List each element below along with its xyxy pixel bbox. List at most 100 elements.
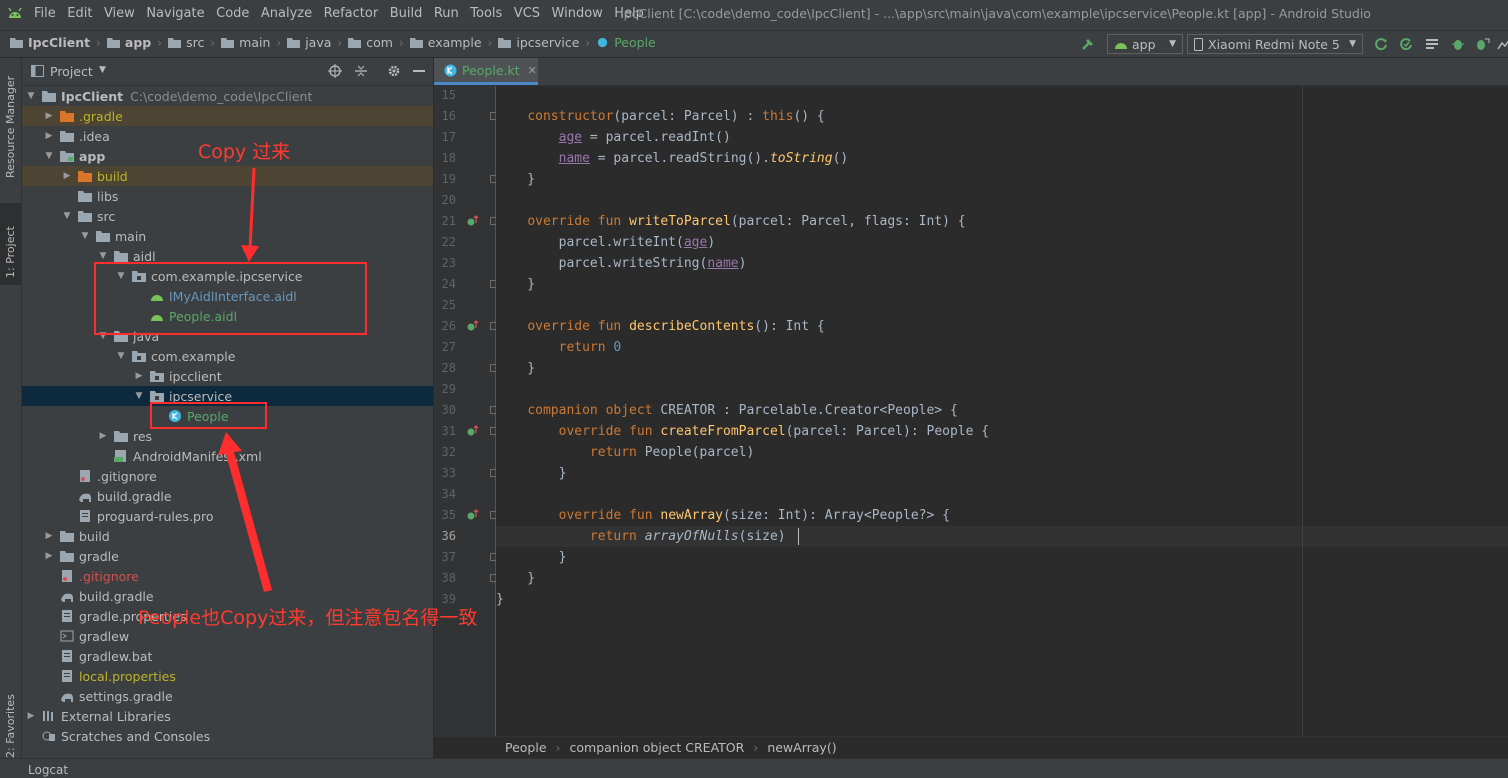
code-line[interactable]: parcel.writeInt(age) (496, 232, 1508, 253)
code-editor[interactable]: constructor(parcel: Parcel) : this() { a… (496, 86, 1508, 736)
tree-node[interactable]: ▶ res (22, 426, 433, 446)
code-line[interactable] (496, 295, 1508, 316)
menu-window[interactable]: Window (552, 6, 603, 21)
menu-vcs[interactable]: VCS (514, 6, 540, 21)
code-line[interactable] (496, 484, 1508, 505)
code-line[interactable]: override fun newArray(size: Int): Array<… (496, 505, 1508, 526)
collapse-arrow-icon[interactable]: ▶ (98, 431, 108, 441)
locate-file-icon[interactable] (328, 64, 342, 78)
close-icon[interactable]: ✕ (528, 64, 537, 77)
code-line[interactable] (496, 85, 1508, 106)
tree-node[interactable]: .gitignore (22, 566, 433, 586)
tree-node[interactable]: ▶ build (22, 166, 433, 186)
code-line[interactable]: } (496, 274, 1508, 295)
expand-arrow-icon[interactable]: ▼ (116, 351, 126, 361)
breadcrumb-item[interactable]: src (168, 35, 204, 50)
override-marker-icon[interactable] (467, 215, 479, 227)
menu-view[interactable]: View (104, 6, 135, 21)
collapse-all-icon[interactable] (354, 64, 368, 78)
override-marker-icon[interactable] (467, 320, 479, 332)
debug-bug-icon[interactable] (1450, 36, 1466, 52)
breadcrumb-item[interactable]: People (596, 35, 656, 50)
hide-panel-icon[interactable] (413, 70, 425, 73)
breadcrumb-item[interactable]: app (106, 35, 151, 50)
tree-node[interactable]: ▼ IpcClient C:\code\demo_code\IpcClient (22, 86, 433, 106)
project-tab[interactable]: 1: Project (4, 208, 17, 278)
collapse-arrow-icon[interactable]: ▶ (44, 131, 54, 141)
coverage-icon[interactable] (1424, 36, 1440, 52)
menu-tools[interactable]: Tools (470, 6, 502, 21)
code-line[interactable]: name = parcel.readString().toString() (496, 148, 1508, 169)
tree-node[interactable]: ▶ External Libraries (22, 706, 433, 726)
tree-node[interactable]: ▶ build (22, 526, 433, 546)
menu-code[interactable]: Code (216, 6, 249, 21)
collapse-arrow-icon[interactable]: ▶ (62, 171, 72, 181)
favorites-tab[interactable]: 2: Favorites (4, 694, 17, 758)
menu-build[interactable]: Build (390, 6, 423, 21)
code-line[interactable]: } (496, 589, 1508, 610)
code-line[interactable]: } (496, 169, 1508, 190)
breadcrumb-item[interactable]: com (348, 35, 393, 50)
menu-navigate[interactable]: Navigate (146, 6, 204, 21)
logcat-tab[interactable]: Logcat (28, 763, 68, 777)
expand-arrow-icon[interactable]: ▼ (80, 231, 90, 241)
code-line[interactable]: parcel.writeString(name) (496, 253, 1508, 274)
override-marker-icon[interactable] (467, 509, 479, 521)
tree-node[interactable]: proguard-rules.pro (22, 506, 433, 526)
run-config-select[interactable]: app ▼ (1107, 34, 1183, 54)
menu-refactor[interactable]: Refactor (324, 6, 379, 21)
code-line[interactable] (496, 379, 1508, 400)
collapse-arrow-icon[interactable]: ▶ (44, 111, 54, 121)
menu-run[interactable]: Run (434, 6, 459, 21)
tree-node[interactable]: local.properties (22, 666, 433, 686)
attach-debugger-icon[interactable] (1474, 36, 1490, 52)
expand-arrow-icon[interactable]: ▼ (134, 391, 144, 401)
tree-node[interactable]: settings.gradle (22, 686, 433, 706)
breadcrumb-item[interactable]: main (221, 35, 270, 50)
code-line[interactable]: } (496, 568, 1508, 589)
override-marker-icon[interactable] (467, 425, 479, 437)
code-line[interactable]: override fun writeToParcel(parcel: Parce… (496, 211, 1508, 232)
code-line[interactable]: return 0 (496, 337, 1508, 358)
code-line[interactable]: } (496, 463, 1508, 484)
device-select[interactable]: Xiaomi Redmi Note 5 ▼ (1187, 34, 1363, 54)
breadcrumb-item[interactable]: example (409, 35, 482, 50)
project-panel-title[interactable]: Project (50, 64, 93, 79)
breadcrumb-item[interactable]: java (287, 35, 331, 50)
code-line[interactable]: override fun describeContents(): Int { (496, 316, 1508, 337)
code-line[interactable]: age = parcel.readInt() (496, 127, 1508, 148)
expand-arrow-icon[interactable]: ▼ (62, 211, 72, 221)
breadcrumb-item[interactable]: ipcservice (498, 35, 579, 50)
tree-node[interactable]: libs (22, 186, 433, 206)
chevron-down-icon[interactable]: ▼ (99, 65, 106, 75)
code-line[interactable] (496, 190, 1508, 211)
build-hammer-icon[interactable] (1080, 36, 1096, 52)
tree-node[interactable]: Scratches and Consoles (22, 726, 433, 746)
tree-node[interactable]: ▶ .gradle (22, 106, 433, 126)
profiler-icon[interactable] (1496, 36, 1508, 52)
resource-manager-tab[interactable]: Resource Manager (4, 68, 17, 178)
tree-node[interactable]: ▼ main (22, 226, 433, 246)
tree-node[interactable]: ▼ com.example (22, 346, 433, 366)
menu-edit[interactable]: Edit (67, 6, 92, 21)
apply-changes-icon[interactable] (1398, 36, 1414, 52)
code-line[interactable]: companion object CREATOR : Parcelable.Cr… (496, 400, 1508, 421)
tree-node[interactable]: .gitignore (22, 466, 433, 486)
collapse-arrow-icon[interactable]: ▶ (134, 371, 144, 381)
tab-people-kt[interactable]: People.kt ✕ (434, 58, 538, 85)
menu-file[interactable]: File (34, 6, 56, 21)
collapse-arrow-icon[interactable]: ▶ (26, 711, 36, 721)
code-line[interactable]: } (496, 358, 1508, 379)
code-line[interactable]: return People(parcel) (496, 442, 1508, 463)
menu-analyze[interactable]: Analyze (261, 6, 312, 21)
tree-node[interactable]: ▶ ipcclient (22, 366, 433, 386)
rerun-icon[interactable] (1373, 36, 1389, 52)
tree-node[interactable]: AndroidManifest.xml (22, 446, 433, 466)
tree-node[interactable]: ▼ src (22, 206, 433, 226)
breadcrumb-item[interactable]: IpcClient (10, 35, 90, 50)
code-line[interactable]: override fun createFromParcel(parcel: Pa… (496, 421, 1508, 442)
code-line[interactable]: } (496, 547, 1508, 568)
expand-arrow-icon[interactable]: ▼ (26, 91, 36, 101)
expand-arrow-icon[interactable]: ▼ (98, 251, 108, 261)
tree-node[interactable]: build.gradle (22, 486, 433, 506)
